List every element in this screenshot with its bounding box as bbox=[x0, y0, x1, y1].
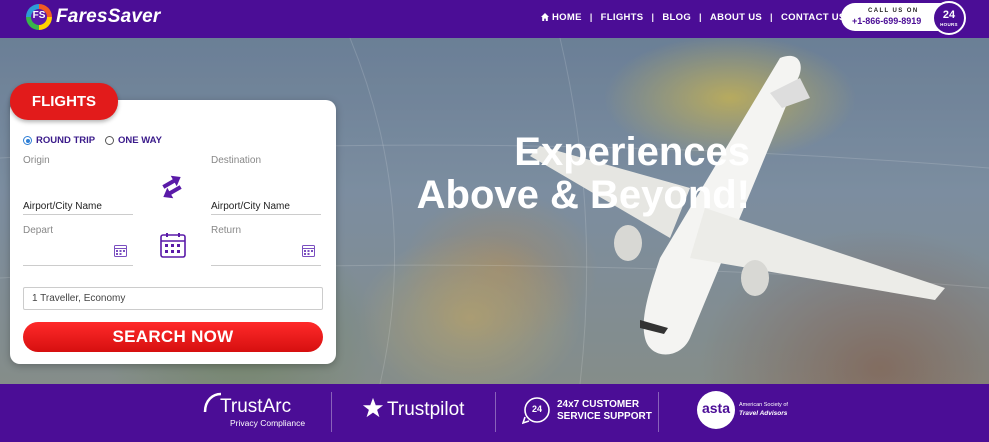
depart-calendar-icon[interactable] bbox=[114, 244, 127, 257]
nav-blog[interactable]: BLOG bbox=[662, 12, 691, 23]
site-logo[interactable]: FS FaresSaver bbox=[26, 4, 160, 30]
destination-label: Destination bbox=[211, 155, 262, 166]
round-trip-label: ROUND TRIP bbox=[36, 135, 96, 146]
24-hours-badge: 24 HOURS bbox=[932, 1, 966, 35]
hero-line-1: Experiences bbox=[514, 130, 750, 174]
nav-about-us[interactable]: ABOUT US bbox=[710, 12, 762, 23]
origin-underline bbox=[23, 214, 133, 215]
badge-divider bbox=[658, 392, 659, 432]
phone-number[interactable]: +1-866-699-8919 bbox=[852, 16, 921, 26]
call-us-label: CALL US ON bbox=[868, 8, 919, 14]
home-icon bbox=[541, 12, 549, 21]
logo-badge-icon: FS bbox=[26, 4, 52, 30]
hours-label: HOURS bbox=[940, 22, 958, 27]
return-calendar-icon[interactable] bbox=[302, 244, 315, 257]
one-way-radio[interactable]: ONE WAY bbox=[105, 135, 162, 146]
badge-divider bbox=[495, 392, 496, 432]
radio-empty-icon bbox=[105, 136, 114, 145]
asta-logo-text: asta bbox=[701, 400, 731, 416]
tab-flights[interactable]: FLIGHTS bbox=[10, 83, 118, 120]
support-24-badge: 24 bbox=[531, 404, 542, 414]
trustarc-logo: TrustArc bbox=[220, 396, 292, 417]
radio-selected-icon bbox=[23, 136, 32, 145]
destination-input[interactable]: Airport/City Name bbox=[211, 201, 290, 212]
nav-home[interactable]: HOME bbox=[552, 12, 582, 23]
nav-separator: | bbox=[699, 12, 703, 23]
nav-contact-us[interactable]: CONTACT US bbox=[781, 12, 846, 23]
depart-label: Depart bbox=[23, 225, 54, 236]
badge-divider bbox=[331, 392, 332, 432]
support-line-1: 24x7 CUSTOMER bbox=[557, 399, 640, 410]
trustpilot-logo: Trustpilot bbox=[387, 399, 465, 420]
logo-text: FaresSaver bbox=[56, 6, 161, 27]
trustpilot-star-icon bbox=[362, 397, 384, 418]
swap-flights-icon[interactable] bbox=[158, 168, 186, 200]
support-line-2: SERVICE SUPPORT bbox=[557, 411, 652, 422]
destination-underline bbox=[211, 214, 321, 215]
return-label: Return bbox=[211, 225, 242, 236]
round-trip-radio[interactable]: ROUND TRIP bbox=[23, 135, 95, 146]
one-way-label: ONE WAY bbox=[118, 135, 162, 146]
main-nav: HOME | FLIGHTS | BLOG | ABOUT US | CONTA… bbox=[541, 12, 846, 23]
nav-separator: | bbox=[589, 12, 593, 23]
nav-separator: | bbox=[651, 12, 655, 23]
origin-label: Origin bbox=[23, 155, 50, 166]
origin-input[interactable]: Airport/City Name bbox=[23, 201, 102, 212]
nav-flights[interactable]: FLIGHTS bbox=[601, 12, 644, 23]
calendar-icon bbox=[160, 233, 186, 258]
return-underline bbox=[211, 265, 321, 266]
asta-line-1: American Society of bbox=[739, 402, 788, 408]
trust-badges-bar: TrustArc Privacy Compliance Trustpilot 2… bbox=[0, 384, 989, 442]
trustarc-subtitle: Privacy Compliance bbox=[230, 418, 306, 428]
asta-line-2: Travel Advisors bbox=[739, 410, 788, 417]
hero-line-2: Above & Beyond! bbox=[416, 173, 750, 217]
traveller-class-select[interactable]: 1 Traveller, Economy bbox=[23, 287, 323, 310]
nav-separator: | bbox=[770, 12, 773, 23]
depart-underline bbox=[23, 265, 133, 266]
hours-number: 24 bbox=[942, 9, 956, 21]
search-now-button[interactable]: SEARCH NOW bbox=[23, 322, 323, 352]
site-header: FS FaresSaver HOME | FLIGHTS | BLOG | AB… bbox=[0, 0, 989, 38]
